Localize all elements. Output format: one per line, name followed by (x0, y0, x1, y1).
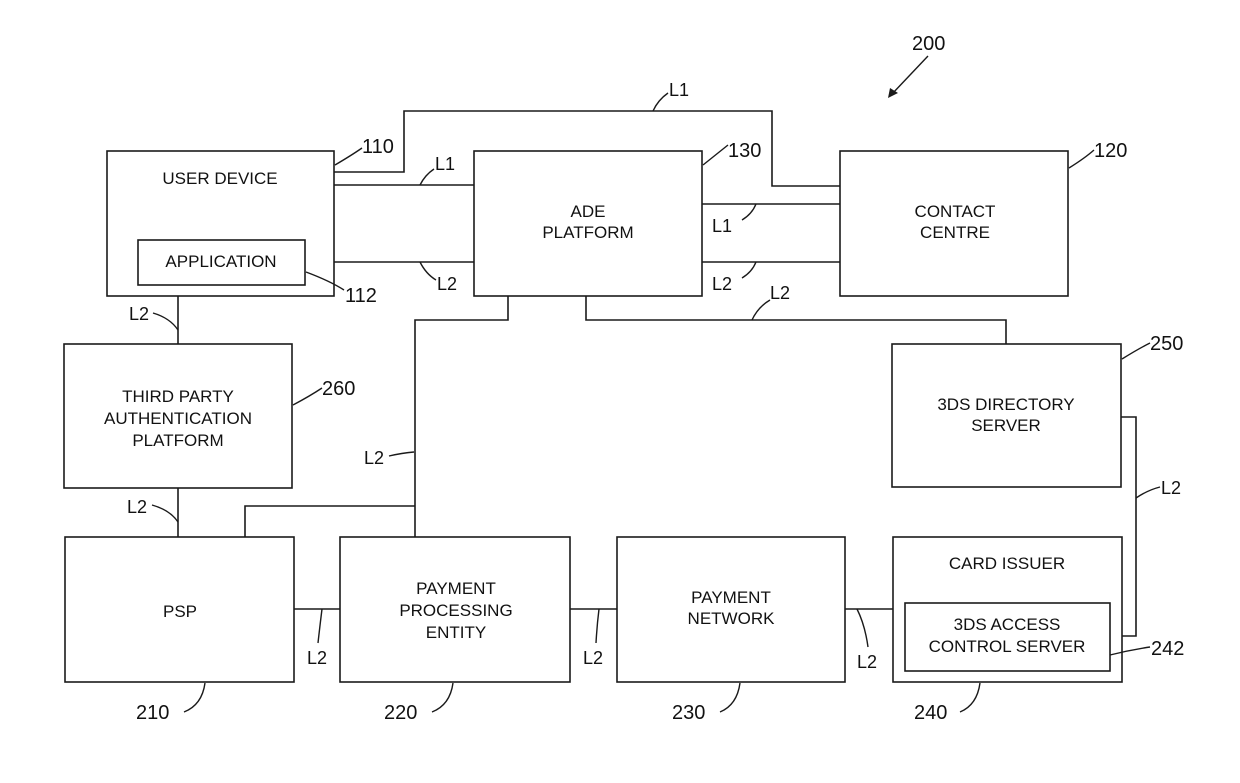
acs-line-1: 3DS ACCESS (954, 615, 1061, 634)
ref-210: 210 (136, 702, 169, 724)
leader-250 (1121, 342, 1151, 360)
tag-l1-ade-contact: L1 (712, 216, 732, 236)
ref-110: 110 (362, 136, 394, 158)
ref-240: 240 (914, 702, 947, 724)
third-party-line-2: AUTHENTICATION (104, 409, 252, 428)
ref-220: 220 (384, 702, 417, 724)
payment-processing-line-2: PROCESSING (399, 601, 512, 620)
contact-centre-line-2: CENTRE (920, 223, 990, 242)
ref-242: 242 (1151, 638, 1184, 660)
system-diagram: USER DEVICE APPLICATION ADE PLATFORM CON… (63, 33, 1184, 724)
leader-210 (183, 682, 206, 713)
leader-l2-ade-contact (741, 261, 757, 279)
block-ade-platform: ADE PLATFORM (473, 150, 703, 297)
leader-l2-vertical (388, 451, 415, 457)
tag-l2-app-ade: L2 (437, 274, 457, 294)
leader-l2-net-issuer (856, 608, 869, 648)
tag-l2-vertical: L2 (364, 448, 384, 468)
leader-240 (959, 682, 981, 713)
wire-l2-ade-processing (414, 296, 509, 537)
ref-112: 112 (345, 285, 377, 307)
ref-230: 230 (672, 702, 705, 724)
acs-line-2: CONTROL SERVER (929, 637, 1086, 656)
tag-l2-ade-dir: L2 (770, 283, 790, 303)
ref-260: 260 (322, 378, 355, 400)
leader-l2-tp-psp (151, 504, 179, 523)
contact-centre-line-1: CONTACT (915, 202, 996, 221)
card-issuer-label: CARD ISSUER (949, 554, 1065, 573)
psp-label: PSP (163, 602, 197, 621)
wire-l2-branch-psp (244, 505, 415, 537)
ref-250: 250 (1150, 333, 1183, 355)
block-application: APPLICATION (137, 239, 306, 286)
leader-260 (292, 387, 323, 406)
tag-l1-user-ade: L1 (435, 154, 455, 174)
leader-120 (1068, 149, 1095, 169)
block-access-control-server: 3DS ACCESS CONTROL SERVER (904, 602, 1111, 672)
tag-l2-user-tp: L2 (129, 304, 149, 324)
ade-platform-line-2: PLATFORM (542, 223, 633, 242)
figure-ref-200: 200 (912, 33, 945, 55)
payment-network-line-2: NETWORK (688, 609, 776, 628)
tag-l2-proc-net: L2 (583, 648, 603, 668)
payment-processing-line-1: PAYMENT (416, 579, 496, 598)
leader-l2-psp-proc (317, 608, 323, 644)
user-device-label: USER DEVICE (162, 169, 277, 188)
block-payment-network: PAYMENT NETWORK (616, 536, 846, 683)
tag-l2-tp-psp: L2 (127, 497, 147, 517)
leader-l2-dir-acs (1135, 486, 1161, 499)
ref-130: 130 (728, 140, 761, 162)
leader-230 (719, 682, 741, 713)
payment-processing-line-3: ENTITY (426, 623, 486, 642)
directory-server-line-2: SERVER (971, 416, 1041, 435)
third-party-line-3: PLATFORM (132, 431, 223, 450)
leader-110 (334, 147, 363, 166)
leader-220 (431, 682, 454, 713)
block-psp: PSP (64, 536, 295, 683)
third-party-line-1: THIRD PARTY (122, 387, 234, 406)
tag-l2-net-issuer: L2 (857, 652, 877, 672)
block-payment-processing: PAYMENT PROCESSING ENTITY (339, 536, 571, 683)
directory-server-line-1: 3DS DIRECTORY (937, 395, 1074, 414)
ref-120: 120 (1094, 140, 1127, 162)
ade-platform-line-1: ADE (571, 202, 606, 221)
application-label: APPLICATION (165, 252, 276, 271)
wire-l2-ade-directory (585, 296, 1007, 344)
payment-network-line-1: PAYMENT (691, 588, 771, 607)
leader-130 (702, 144, 729, 166)
leader-l1-user-ade (419, 168, 435, 186)
block-third-party-auth: THIRD PARTY AUTHENTICATION PLATFORM (63, 343, 293, 489)
tag-l2-ade-contact: L2 (712, 274, 732, 294)
tag-l2-psp-proc: L2 (307, 648, 327, 668)
leader-l2-user-tp (152, 312, 179, 331)
leader-l1-ade-contact (741, 203, 757, 221)
block-directory-server: 3DS DIRECTORY SERVER (891, 343, 1122, 488)
leader-l1-top (652, 92, 669, 112)
tag-l2-dir-acs: L2 (1161, 478, 1181, 498)
block-contact-centre: CONTACT CENTRE (839, 150, 1069, 297)
tag-l1-top: L1 (669, 80, 689, 100)
leader-l2-ade-dir (751, 299, 771, 321)
figure-arrow-shaft (891, 55, 929, 95)
leader-l2-proc-net (595, 608, 600, 644)
leader-l2-app-ade (419, 261, 437, 281)
